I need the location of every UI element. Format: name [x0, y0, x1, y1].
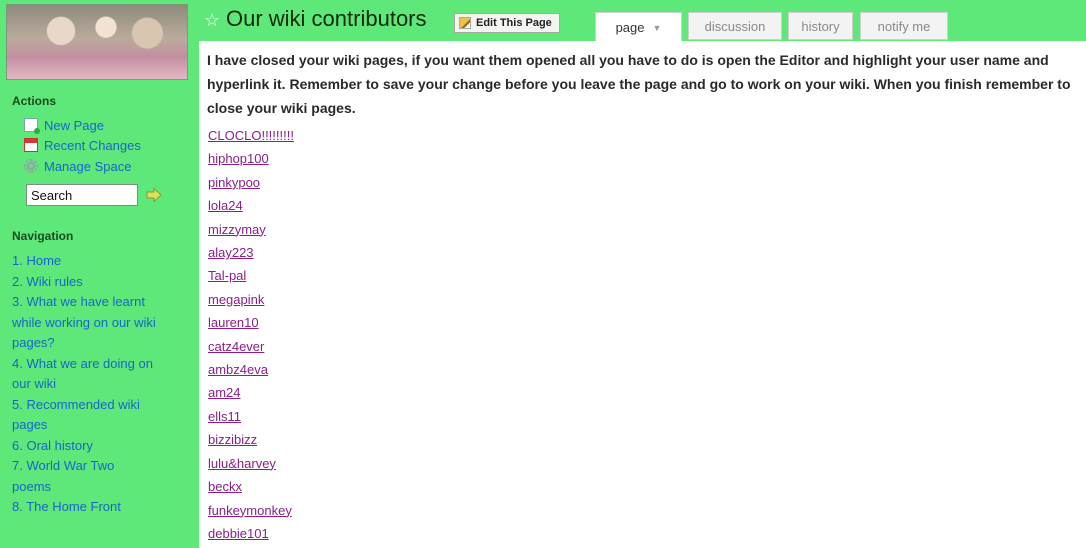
contributor-link[interactable]: pinkypoo	[208, 171, 294, 194]
contributor-link[interactable]: funkeymonkey	[208, 499, 294, 522]
contributor-link[interactable]: hiphop100	[208, 147, 294, 170]
actions-heading: Actions	[12, 94, 57, 108]
nav-item-what-we-have-learnt[interactable]: 3. What we have learnt	[12, 292, 192, 313]
gear-icon	[24, 159, 38, 173]
search-input[interactable]	[26, 184, 138, 206]
edit-page-label: Edit This Page	[476, 17, 552, 29]
new-page-link[interactable]: New Page	[24, 116, 104, 134]
contributor-link[interactable]: Tal-pal	[208, 264, 294, 287]
nav-item-wiki-rules[interactable]: 2. Wiki rules	[12, 272, 192, 293]
contributor-link[interactable]: lauren10	[208, 311, 294, 334]
nav-item-world-war-two-poems[interactable]: poems	[12, 477, 192, 498]
contributor-link[interactable]: debbie101	[208, 522, 294, 545]
contributor-link[interactable]: beckx	[208, 475, 294, 498]
nav-item-what-we-have-learnt[interactable]: while working on our wiki	[12, 313, 192, 334]
navigation-list: 1. Home 2. Wiki rules 3. What we have le…	[12, 251, 192, 518]
contributor-link[interactable]: mizzymay	[208, 218, 294, 241]
chevron-down-icon: ▼	[652, 22, 662, 33]
new-page-icon	[24, 118, 40, 134]
nav-item-oral-history[interactable]: 6. Oral history	[12, 436, 192, 457]
contributor-list: CLOCLO!!!!!!!!! hiphop100 pinkypoo lola2…	[208, 124, 294, 545]
recent-changes-link[interactable]: Recent Changes	[24, 136, 141, 154]
calendar-icon	[24, 138, 38, 152]
sidebar: Actions New Page Recent Changes Manage S…	[0, 0, 196, 548]
contributor-link[interactable]: alay223	[208, 241, 294, 264]
contributor-link[interactable]: bizzibizz	[208, 428, 294, 451]
favorite-star-icon[interactable]: ☆	[204, 10, 220, 30]
contributor-link[interactable]: CLOCLO!!!!!!!!!	[208, 124, 294, 147]
nav-item-world-war-two-poems[interactable]: 7. World War Two	[12, 456, 192, 477]
new-page-label: New Page	[44, 117, 104, 133]
manage-space-link[interactable]: Manage Space	[24, 157, 131, 175]
contributor-link[interactable]: am24	[208, 381, 294, 404]
recent-changes-label: Recent Changes	[44, 137, 141, 153]
nav-item-what-we-are-doing[interactable]: our wiki	[12, 374, 192, 395]
contributor-link[interactable]: megapink	[208, 288, 294, 311]
contributor-link[interactable]: lulu&harvey	[208, 452, 294, 475]
header-photo	[6, 4, 188, 80]
page-title: Our wiki contributors	[226, 6, 427, 31]
navigation-heading: Navigation	[12, 229, 74, 243]
intro-text: I have closed your wiki pages, if you wa…	[207, 52, 1071, 116]
contributor-link[interactable]: catz4ever	[208, 335, 294, 358]
tab-page-label: page	[615, 20, 645, 35]
nav-item-home-front[interactable]: 8. The Home Front	[12, 497, 192, 518]
manage-space-label: Manage Space	[44, 158, 132, 174]
contributor-link[interactable]: ells11	[208, 405, 294, 428]
pencil-icon	[459, 17, 471, 29]
tab-notify-me[interactable]: notify me	[860, 12, 948, 40]
tab-history[interactable]: history	[788, 12, 853, 40]
nav-item-recommended-pages[interactable]: 5. Recommended wiki	[12, 395, 192, 416]
nav-item-home[interactable]: 1. Home	[12, 251, 192, 272]
contributor-link[interactable]: ambz4eva	[208, 358, 294, 381]
tab-page[interactable]: page ▼	[595, 12, 682, 42]
arrow-right-icon	[146, 187, 162, 203]
page-content: I have closed your wiki pages, if you wa…	[199, 41, 1086, 548]
search-go-button[interactable]	[146, 187, 162, 203]
tab-discussion[interactable]: discussion	[688, 12, 782, 40]
nav-item-what-we-are-doing[interactable]: 4. What we are doing on	[12, 354, 192, 375]
edit-page-button[interactable]: Edit This Page	[454, 13, 560, 33]
nav-item-recommended-pages[interactable]: pages	[12, 415, 192, 436]
nav-item-what-we-have-learnt[interactable]: pages?	[12, 333, 192, 354]
contributor-link[interactable]: lola24	[208, 194, 294, 217]
